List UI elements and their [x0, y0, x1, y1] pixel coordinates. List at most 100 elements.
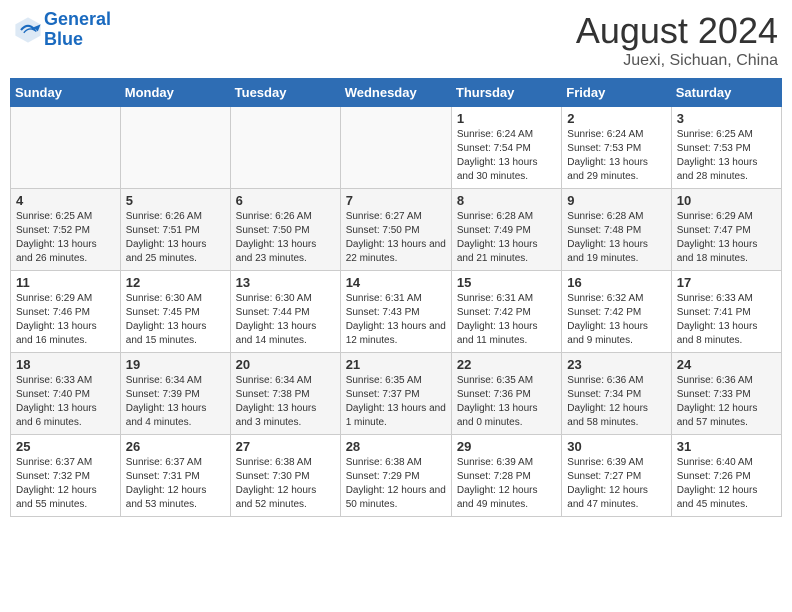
day-info: Sunrise: 6:28 AMSunset: 7:48 PMDaylight:… — [567, 210, 665, 266]
day-number: 23 — [567, 357, 665, 372]
header-sunday: Sunday — [11, 79, 121, 107]
day-info: Sunrise: 6:33 AMSunset: 7:40 PMDaylight:… — [16, 374, 115, 430]
day-info: Sunrise: 6:25 AMSunset: 7:53 PMDaylight:… — [677, 128, 776, 184]
day-number: 27 — [236, 439, 335, 454]
calendar-week-3: 11 Sunrise: 6:29 AMSunset: 7:46 PMDayligh… — [11, 271, 782, 353]
logo-icon — [14, 16, 42, 44]
day-info: Sunrise: 6:27 AMSunset: 7:50 PMDaylight:… — [346, 210, 446, 266]
day-number: 3 — [677, 111, 776, 126]
calendar-day: 5 Sunrise: 6:26 AMSunset: 7:51 PMDaylight… — [120, 189, 230, 271]
day-number: 2 — [567, 111, 665, 126]
calendar-day: 20Sunrise: 6:34 AMSunset: 7:38 PMDayligh… — [230, 353, 340, 435]
calendar-day: 18Sunrise: 6:33 AMSunset: 7:40 PMDayligh… — [11, 353, 121, 435]
header-monday: Monday — [120, 79, 230, 107]
day-number: 4 — [16, 193, 115, 208]
day-number: 6 — [236, 193, 335, 208]
day-info: Sunrise: 6:24 AMSunset: 7:53 PMDaylight:… — [567, 128, 665, 184]
calendar-day: 22 Sunrise: 6:35 AMSunset: 7:36 PMDayligh… — [451, 353, 561, 435]
calendar-day: 23 Sunrise: 6:36 AMSunset: 7:34 PMDayligh… — [562, 353, 671, 435]
day-info: Sunrise: 6:26 AMSunset: 7:50 PMDaylight:… — [236, 210, 335, 266]
calendar-day: 14 Sunrise: 6:31 AMSunset: 7:43 PMDayligh… — [340, 271, 451, 353]
day-info: Sunrise: 6:26 AMSunset: 7:51 PMDaylight:… — [126, 210, 225, 266]
calendar-day: 8Sunrise: 6:28 AMSunset: 7:49 PMDaylight… — [451, 189, 561, 271]
day-info: Sunrise: 6:32 AMSunset: 7:42 PMDaylight:… — [567, 292, 665, 348]
calendar-day: 27 Sunrise: 6:38 AMSunset: 7:30 PMDayligh… — [230, 435, 340, 517]
day-info: Sunrise: 6:30 AMSunset: 7:44 PMDaylight:… — [236, 292, 335, 348]
calendar-day — [340, 107, 451, 189]
calendar-day: 6 Sunrise: 6:26 AMSunset: 7:50 PMDaylight… — [230, 189, 340, 271]
day-info: Sunrise: 6:29 AMSunset: 7:46 PMDaylight:… — [16, 292, 115, 348]
calendar-day: 25 Sunrise: 6:37 AMSunset: 7:32 PMDayligh… — [11, 435, 121, 517]
header-wednesday: Wednesday — [340, 79, 451, 107]
day-number: 12 — [126, 275, 225, 290]
location-subtitle: Juexi, Sichuan, China — [576, 52, 778, 70]
day-info: Sunrise: 6:37 AMSunset: 7:32 PMDaylight:… — [16, 456, 115, 512]
day-number: 26 — [126, 439, 225, 454]
day-number: 21 — [346, 357, 446, 372]
day-info: Sunrise: 6:36 AMSunset: 7:34 PMDaylight:… — [567, 374, 665, 430]
calendar-day: 29Sunrise: 6:39 AMSunset: 7:28 PMDayligh… — [451, 435, 561, 517]
day-number: 29 — [457, 439, 556, 454]
day-info: Sunrise: 6:36 AMSunset: 7:33 PMDaylight:… — [677, 374, 776, 430]
calendar-day: 2 Sunrise: 6:24 AMSunset: 7:53 PMDaylight… — [562, 107, 671, 189]
calendar-header-row: SundayMondayTuesdayWednesdayThursdayFrid… — [11, 79, 782, 107]
calendar-day: 26 Sunrise: 6:37 AMSunset: 7:31 PMDayligh… — [120, 435, 230, 517]
logo-text: GeneralBlue — [44, 10, 111, 50]
calendar-day: 3 Sunrise: 6:25 AMSunset: 7:53 PMDaylight… — [671, 107, 781, 189]
day-info: Sunrise: 6:37 AMSunset: 7:31 PMDaylight:… — [126, 456, 225, 512]
calendar-week-5: 25 Sunrise: 6:37 AMSunset: 7:32 PMDayligh… — [11, 435, 782, 517]
day-number: 5 — [126, 193, 225, 208]
month-year-title: August 2024 — [576, 10, 778, 52]
day-info: Sunrise: 6:29 AMSunset: 7:47 PMDaylight:… — [677, 210, 776, 266]
header-saturday: Saturday — [671, 79, 781, 107]
calendar-day: 1 Sunrise: 6:24 AMSunset: 7:54 PMDaylight… — [451, 107, 561, 189]
calendar-day: 24 Sunrise: 6:36 AMSunset: 7:33 PMDayligh… — [671, 353, 781, 435]
day-number: 14 — [346, 275, 446, 290]
day-number: 20 — [236, 357, 335, 372]
day-info: Sunrise: 6:31 AMSunset: 7:43 PMDaylight:… — [346, 292, 446, 348]
day-info: Sunrise: 6:30 AMSunset: 7:45 PMDaylight:… — [126, 292, 225, 348]
page-header: GeneralBlue August 2024 Juexi, Sichuan, … — [10, 10, 782, 70]
calendar-day — [120, 107, 230, 189]
day-info: Sunrise: 6:40 AMSunset: 7:26 PMDaylight:… — [677, 456, 776, 512]
calendar-day: 16 Sunrise: 6:32 AMSunset: 7:42 PMDayligh… — [562, 271, 671, 353]
calendar-week-4: 18Sunrise: 6:33 AMSunset: 7:40 PMDayligh… — [11, 353, 782, 435]
day-number: 25 — [16, 439, 115, 454]
calendar-day: 13Sunrise: 6:30 AMSunset: 7:44 PMDayligh… — [230, 271, 340, 353]
day-number: 10 — [677, 193, 776, 208]
day-number: 28 — [346, 439, 446, 454]
day-info: Sunrise: 6:38 AMSunset: 7:30 PMDaylight:… — [236, 456, 335, 512]
calendar-day: 17 Sunrise: 6:33 AMSunset: 7:41 PMDayligh… — [671, 271, 781, 353]
calendar-day: 10 Sunrise: 6:29 AMSunset: 7:47 PMDayligh… — [671, 189, 781, 271]
calendar-day: 15Sunrise: 6:31 AMSunset: 7:42 PMDayligh… — [451, 271, 561, 353]
day-info: Sunrise: 6:35 AMSunset: 7:36 PMDaylight:… — [457, 374, 556, 430]
calendar-day: 19 Sunrise: 6:34 AMSunset: 7:39 PMDayligh… — [120, 353, 230, 435]
day-number: 16 — [567, 275, 665, 290]
day-number: 17 — [677, 275, 776, 290]
calendar-day — [11, 107, 121, 189]
day-number: 1 — [457, 111, 556, 126]
calendar-day: 12 Sunrise: 6:30 AMSunset: 7:45 PMDayligh… — [120, 271, 230, 353]
day-info: Sunrise: 6:38 AMSunset: 7:29 PMDaylight:… — [346, 456, 446, 512]
calendar-day: 21Sunrise: 6:35 AMSunset: 7:37 PMDayligh… — [340, 353, 451, 435]
day-info: Sunrise: 6:33 AMSunset: 7:41 PMDaylight:… — [677, 292, 776, 348]
day-info: Sunrise: 6:39 AMSunset: 7:27 PMDaylight:… — [567, 456, 665, 512]
day-number: 19 — [126, 357, 225, 372]
day-info: Sunrise: 6:34 AMSunset: 7:39 PMDaylight:… — [126, 374, 225, 430]
title-block: August 2024 Juexi, Sichuan, China — [576, 10, 778, 70]
calendar-table: SundayMondayTuesdayWednesdayThursdayFrid… — [10, 78, 782, 517]
calendar-week-1: 1 Sunrise: 6:24 AMSunset: 7:54 PMDaylight… — [11, 107, 782, 189]
day-number: 11 — [16, 275, 115, 290]
calendar-day: 31Sunrise: 6:40 AMSunset: 7:26 PMDayligh… — [671, 435, 781, 517]
day-number: 24 — [677, 357, 776, 372]
day-number: 30 — [567, 439, 665, 454]
calendar-day — [230, 107, 340, 189]
calendar-day: 28 Sunrise: 6:38 AMSunset: 7:29 PMDayligh… — [340, 435, 451, 517]
day-number: 22 — [457, 357, 556, 372]
calendar-day: 11 Sunrise: 6:29 AMSunset: 7:46 PMDayligh… — [11, 271, 121, 353]
header-tuesday: Tuesday — [230, 79, 340, 107]
calendar-day: 7 Sunrise: 6:27 AMSunset: 7:50 PMDaylight… — [340, 189, 451, 271]
day-number: 7 — [346, 193, 446, 208]
logo: GeneralBlue — [14, 10, 111, 50]
day-info: Sunrise: 6:24 AMSunset: 7:54 PMDaylight:… — [457, 128, 556, 184]
